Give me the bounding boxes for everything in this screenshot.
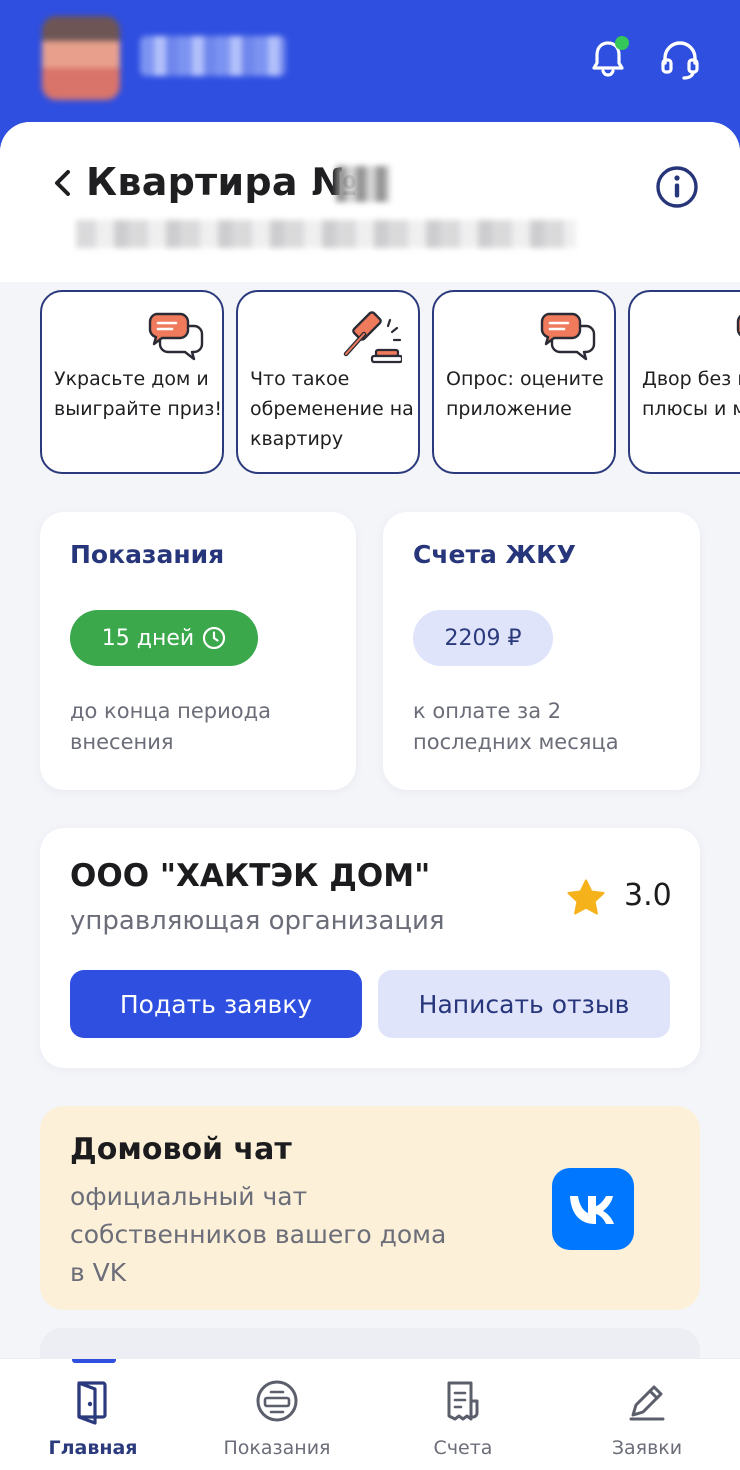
chat-bubbles-icon [148,312,204,361]
page-title: Квартира № [86,160,358,204]
door-icon [77,1381,107,1425]
company-role: управляющая организация [70,906,445,936]
tab-home[interactable]: Главная [8,1377,178,1467]
bills-amount-badge: 2209 ₽ [413,610,553,666]
house-chat-card[interactable]: Домовой чат официальный чат собственнико… [40,1106,700,1310]
meter-icon [256,1380,298,1422]
stories-carousel[interactable]: Украсьте дом и выиграйте приз! Что такое… [40,290,740,476]
story-text: Что такое обременение на квартиру [250,368,414,450]
days-left-value: 15 дней [101,625,195,651]
tab-bills[interactable]: Счета [378,1377,548,1467]
company-rating: 3.0 [624,878,672,913]
bottom-tab-bar: Главная Показания Счета Заявки [0,1358,740,1470]
story-text: Двор без машин: плюсы и минусы [642,368,740,420]
user-name-blurred [140,36,286,76]
chat-bubbles-icon [540,312,596,361]
story-card[interactable]: Что такое обременение на квартиру [236,290,420,474]
active-tab-indicator [72,1359,116,1363]
management-company-card: ООО "ХАКТЭК ДОМ" управляющая организация… [40,828,700,1068]
next-card-partial [40,1328,700,1362]
tab-label: Главная [48,1437,138,1459]
bills-title: Счета ЖКУ [413,540,576,569]
tab-requests[interactable]: Заявки [562,1377,732,1467]
days-left-badge: 15 дней [70,610,258,666]
gavel-icon [343,311,402,364]
star-icon [567,879,605,915]
house-chat-title: Домовой чат [70,1132,292,1167]
readings-subtitle: до конца периода внесения [70,699,272,754]
tab-label: Заявки [611,1437,683,1459]
house-chat-subtitle: официальный чат собственников вашего дом… [70,1182,447,1287]
notification-dot [615,36,629,50]
headset-icon [661,41,699,80]
info-icon[interactable] [654,164,700,210]
submit-request-button[interactable]: Подать заявку [70,970,362,1038]
tab-readings[interactable]: Показания [192,1377,362,1467]
tab-label: Счета [433,1437,493,1459]
bills-subtitle: к оплате за 2 последних месяца [413,699,619,754]
readings-title: Показания [70,540,225,569]
pencil-icon [629,1385,665,1421]
receipt-icon [447,1381,479,1421]
chat-bubbles-icon [736,314,740,337]
company-name: ООО "ХАКТЭК ДОМ" [70,858,431,894]
bills-card[interactable]: Счета ЖКУ 2209 ₽ к оплате за 2 последних… [383,512,700,790]
main-sheet: Квартира № Украсьте дом и выиграйте приз… [0,122,740,1362]
story-card[interactable]: Украсьте дом и выиграйте приз! [40,290,224,474]
readings-card[interactable]: Показания 15 дней до конца периода внесе… [40,512,356,790]
clock-icon [203,626,226,650]
apartment-number-blurred [336,166,390,202]
top-bar [0,0,740,140]
story-card[interactable]: Опрос: оцените приложение [432,290,616,474]
notifications-button[interactable] [585,36,631,82]
story-card[interactable]: Двор без машин: плюсы и минусы [628,290,740,474]
write-review-button[interactable]: Написать отзыв [378,970,670,1038]
address-blurred [76,220,576,248]
support-button[interactable] [657,36,703,82]
story-text: Опрос: оцените приложение [446,368,604,420]
tab-label: Показания [223,1437,331,1459]
vk-logo-icon [552,1168,634,1250]
avatar[interactable] [42,16,120,100]
back-chevron-icon[interactable] [50,168,74,198]
story-text: Украсьте дом и выиграйте приз! [54,368,222,420]
